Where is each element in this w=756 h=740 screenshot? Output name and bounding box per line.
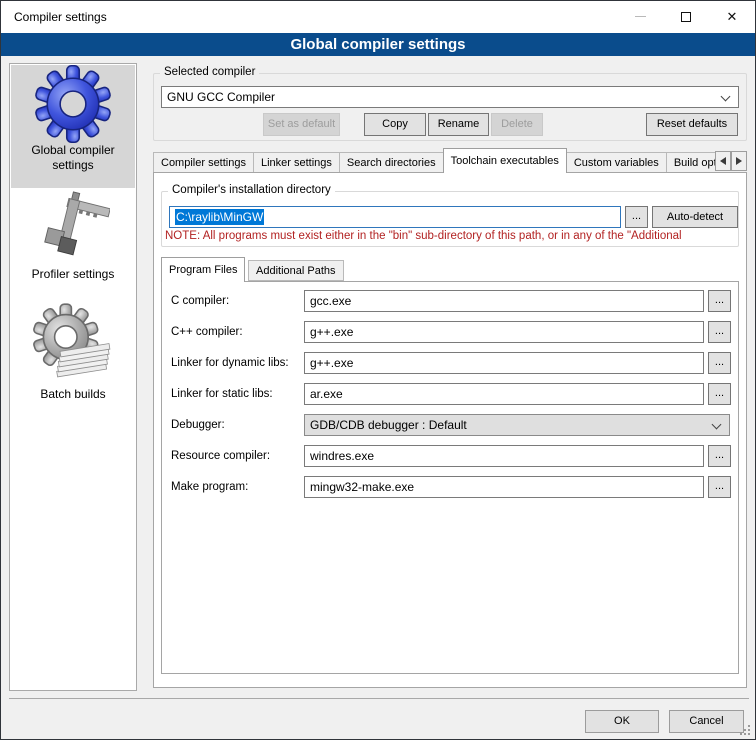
dynamic-linker-browse-button[interactable]: ...	[708, 352, 731, 374]
installation-note: NOTE: All programs must exist either in …	[165, 230, 739, 242]
close-button[interactable]: ✕	[709, 1, 755, 32]
cancel-button[interactable]: Cancel	[669, 710, 744, 733]
reset-defaults-button[interactable]: Reset defaults	[646, 113, 738, 136]
batch-builds-icon	[33, 303, 113, 387]
compiler-settings-dialog: Compiler settings ✕ Global compiler sett…	[0, 0, 756, 740]
sidebar-item-label: Global compiler settings	[11, 143, 135, 173]
tab-compiler-settings[interactable]: Compiler settings	[153, 152, 254, 173]
copy-button[interactable]: Copy	[364, 113, 426, 136]
dialog-banner: Global compiler settings	[1, 33, 755, 56]
maximize-icon	[681, 12, 691, 22]
debugger-select[interactable]: GDB/CDB debugger : Default	[304, 414, 730, 436]
compiler-select[interactable]: GNU GCC Compiler	[161, 86, 739, 108]
debugger-label: Debugger:	[171, 414, 303, 436]
auto-detect-button[interactable]: Auto-detect	[652, 206, 738, 228]
subtab-additional-paths[interactable]: Additional Paths	[248, 260, 344, 281]
sidebar-item-label: Batch builds	[11, 387, 135, 402]
minimize-icon	[635, 16, 646, 17]
rename-button[interactable]: Rename	[428, 113, 489, 136]
static-linker-browse-button[interactable]: ...	[708, 383, 731, 405]
window-title: Compiler settings	[14, 1, 107, 33]
sidebar-item-batch-builds[interactable]: Batch builds	[11, 303, 135, 413]
subtab-program-files[interactable]: Program Files	[161, 257, 245, 282]
c-compiler-label: C compiler:	[171, 290, 303, 312]
tab-custom-variables[interactable]: Custom variables	[566, 152, 667, 173]
static-linker-label: Linker for static libs:	[171, 383, 303, 405]
sidebar-item-profiler-settings[interactable]: Profiler settings	[11, 191, 135, 291]
resource-compiler-input[interactable]: windres.exe	[304, 445, 704, 467]
chevron-down-icon	[721, 92, 731, 102]
tab-linker-settings[interactable]: Linker settings	[253, 152, 340, 173]
set-as-default-button[interactable]: Set as default	[263, 113, 340, 136]
dynamic-linker-input[interactable]: g++.exe	[304, 352, 704, 374]
make-program-browse-button[interactable]: ...	[708, 476, 731, 498]
installation-directory-input[interactable]: C:\raylib\MinGW	[169, 206, 621, 228]
caliper-icon	[36, 191, 110, 267]
resize-grip-icon[interactable]	[740, 725, 750, 735]
compiler-select-value: GNU GCC Compiler	[167, 90, 275, 104]
tab-scroll-right-button[interactable]	[731, 151, 747, 171]
banner-title: Global compiler settings	[290, 36, 465, 53]
chevron-down-icon	[712, 420, 722, 430]
installation-directory-value: C:\raylib\MinGW	[175, 209, 264, 225]
cpp-compiler-label: C++ compiler:	[171, 321, 303, 343]
right-triangle-icon	[736, 157, 742, 165]
settings-tabstrip: Compiler settings Linker settings Search…	[153, 148, 715, 173]
sidebar-item-label: Profiler settings	[11, 267, 135, 282]
c-compiler-browse-button[interactable]: ...	[708, 290, 731, 312]
title-bar[interactable]: Compiler settings ✕	[1, 1, 755, 33]
maximize-button[interactable]	[663, 1, 709, 32]
cpp-compiler-input[interactable]: g++.exe	[304, 321, 704, 343]
installation-directory-browse-button[interactable]: ...	[625, 206, 648, 228]
close-icon: ✕	[727, 10, 738, 23]
delete-button[interactable]: Delete	[491, 113, 543, 136]
make-program-label: Make program:	[171, 476, 303, 498]
blue-gear-icon	[34, 65, 112, 143]
resource-compiler-browse-button[interactable]: ...	[708, 445, 731, 467]
tab-search-directories[interactable]: Search directories	[339, 152, 444, 173]
c-compiler-input[interactable]: gcc.exe	[304, 290, 704, 312]
dynamic-linker-label: Linker for dynamic libs:	[171, 352, 303, 374]
installation-directory-legend: Compiler's installation directory	[168, 184, 335, 196]
footer-divider	[9, 698, 749, 699]
tab-build-options[interactable]: Build options	[666, 152, 715, 173]
minimize-button[interactable]	[617, 1, 663, 32]
static-linker-input[interactable]: ar.exe	[304, 383, 704, 405]
cpp-compiler-browse-button[interactable]: ...	[708, 321, 731, 343]
selected-compiler-legend: Selected compiler	[160, 66, 259, 78]
make-program-input[interactable]: mingw32-make.exe	[304, 476, 704, 498]
tab-toolchain-executables[interactable]: Toolchain executables	[443, 148, 567, 173]
debugger-select-value: GDB/CDB debugger : Default	[310, 418, 467, 432]
ok-button[interactable]: OK	[585, 710, 659, 733]
tab-scroll-left-button[interactable]	[715, 151, 731, 171]
settings-sidebar: Global compiler settings Profiler settin…	[9, 63, 137, 691]
sidebar-item-global-compiler-settings[interactable]: Global compiler settings	[11, 65, 135, 188]
left-triangle-icon	[720, 157, 726, 165]
resource-compiler-label: Resource compiler:	[171, 445, 303, 467]
